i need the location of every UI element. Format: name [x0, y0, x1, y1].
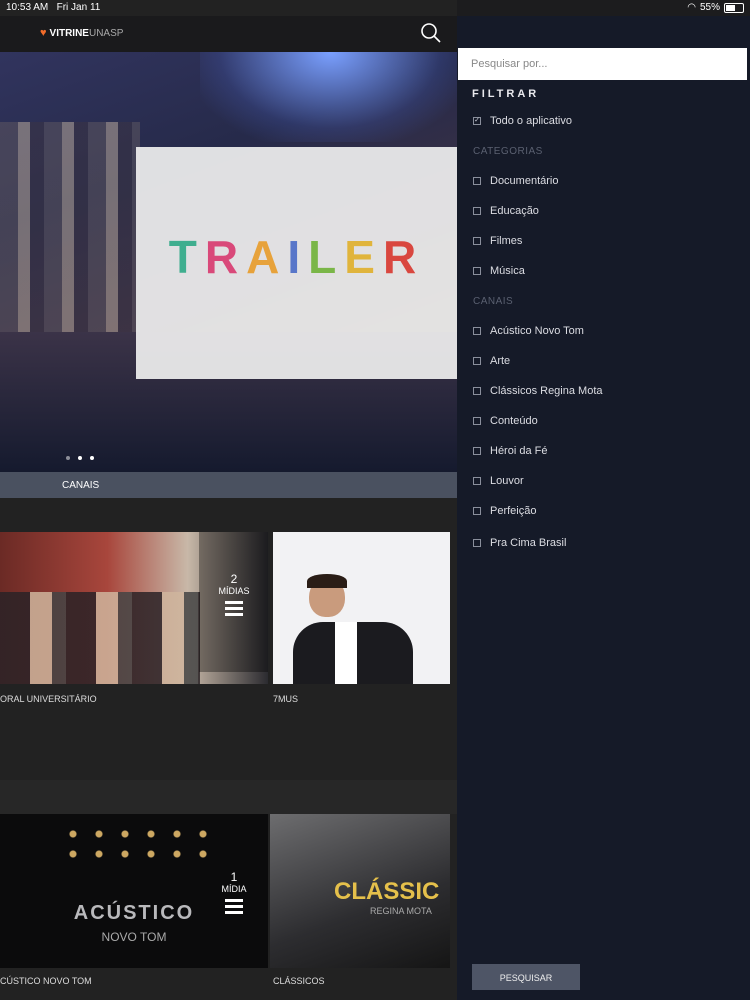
channel-option-label: Perfeição [490, 505, 537, 517]
media-count-overlay: 2 MÍDIAS [199, 532, 268, 672]
option-all[interactable]: ✓ Todo o aplicativo [473, 115, 572, 127]
channel-thumb-classicos[interactable]: CLÁSSIC REGINA MOTA [270, 814, 450, 968]
checkbox-icon[interactable] [473, 177, 481, 185]
trailer-title: TRAILER [168, 231, 425, 283]
channels-heading: CANAIS [473, 296, 514, 307]
filter-panel: FILTRAR ✓ Todo o aplicativo CATEGORIAS D… [457, 16, 750, 1000]
status-bar: 10:53 AM Fri Jan 11 ◠ 55% [0, 0, 750, 16]
channel-option-label: Arte [490, 355, 511, 367]
channel-option-label: Acústico Novo Tom [490, 325, 584, 337]
category-option[interactable]: Filmes [473, 235, 522, 247]
channels-bar: CANAIS [0, 472, 457, 498]
channel-option-label: Conteúdo [490, 415, 538, 427]
category-label: Música [490, 265, 525, 277]
checkbox-icon[interactable] [473, 539, 481, 547]
channel-option[interactable]: Clássicos Regina Mota [473, 385, 603, 397]
carousel-dots[interactable] [66, 456, 94, 460]
channel-option[interactable]: Acústico Novo Tom [473, 325, 584, 337]
channel-option[interactable]: Conteúdo [473, 415, 538, 427]
top-bar: ♥ VITRINEUNASP [0, 16, 457, 52]
row-band [0, 780, 457, 814]
checkbox-icon[interactable] [473, 507, 481, 515]
checkbox-icon[interactable] [473, 477, 481, 485]
category-option[interactable]: Educação [473, 205, 539, 217]
filter-title: FILTRAR [472, 88, 540, 100]
singer-shirt [335, 622, 357, 684]
channel-option-label: Héroi da Fé [490, 445, 548, 457]
singer-hair [307, 574, 347, 588]
category-label: Educação [490, 205, 539, 217]
checkbox-icon[interactable] [473, 327, 481, 335]
channel-option[interactable]: Pra Cima Brasil [473, 537, 566, 549]
channel-thumb-7mus[interactable] [273, 532, 450, 684]
row-spacer [0, 498, 457, 532]
status-time: 10:53 AM Fri Jan 11 [6, 2, 101, 13]
status-right: ◠ 55% [687, 2, 744, 13]
search-input[interactable] [458, 48, 747, 80]
checkbox-icon[interactable] [473, 267, 481, 275]
category-option[interactable]: Documentário [473, 175, 558, 187]
channel-option-label: Clássicos Regina Mota [490, 385, 603, 397]
checkbox-icon[interactable] [473, 237, 481, 245]
checkbox-icon[interactable] [473, 387, 481, 395]
heart-logo-icon: ♥ [40, 27, 47, 39]
carousel-dot[interactable] [66, 456, 70, 460]
classicos-art-title: CLÁSSIC [334, 878, 440, 905]
categories-heading: CATEGORIAS [473, 146, 543, 157]
channel-option[interactable]: Perfeição [473, 505, 536, 517]
channel-label: ORAL UNIVERSITÁRIO [0, 694, 97, 704]
category-label: Filmes [490, 235, 523, 247]
battery-label: 55% [699, 2, 720, 13]
channel-thumb-coral[interactable]: 2 MÍDIAS [0, 532, 268, 684]
channel-label: CLÁSSICOS [273, 976, 325, 986]
app-logo[interactable]: ♥ VITRINEUNASP [40, 27, 123, 39]
checkbox-icon[interactable] [473, 357, 481, 365]
channel-option[interactable]: Louvor [473, 475, 524, 487]
checkbox-icon[interactable] [473, 417, 481, 425]
channel-option-label: Louvor [490, 475, 524, 487]
wifi-icon: ◠ [687, 2, 696, 13]
list-icon [225, 899, 243, 914]
category-label: Documentário [490, 175, 559, 187]
channel-thumb-acustico[interactable]: ACÚSTICO NOVO TOM 1 MÍDIA [0, 814, 268, 968]
category-option[interactable]: Música [473, 265, 525, 277]
light-bulbs [60, 824, 220, 864]
channel-label: 7MUS [273, 694, 299, 704]
carousel-dot-active[interactable] [78, 456, 82, 460]
singers-image [0, 592, 200, 684]
trailer-card: TRAILER [136, 147, 457, 379]
checkbox-checked-icon[interactable]: ✓ [473, 117, 481, 125]
list-icon [225, 601, 243, 616]
media-count-overlay: 1 MÍDIA [199, 814, 268, 954]
channel-option[interactable]: Arte [473, 355, 510, 367]
checkbox-icon[interactable] [473, 447, 481, 455]
search-button[interactable]: PESQUISAR [472, 964, 580, 990]
channel-option[interactable]: Héroi da Fé [473, 445, 547, 457]
battery-icon [724, 2, 744, 13]
checkbox-icon[interactable] [473, 207, 481, 215]
hero-banner[interactable]: TRAILER [0, 52, 457, 472]
carousel-dot[interactable] [90, 456, 94, 460]
main-content: ♥ VITRINEUNASP TRAILER CANAIS 2 MÍDIAS O [0, 0, 457, 1000]
channel-option-label: Pra Cima Brasil [490, 537, 567, 549]
stage-light [200, 52, 457, 142]
search-icon[interactable] [420, 22, 442, 44]
classicos-art-sub: REGINA MOTA [370, 906, 432, 916]
channel-label: CÚSTICO NOVO TOM [0, 976, 92, 986]
